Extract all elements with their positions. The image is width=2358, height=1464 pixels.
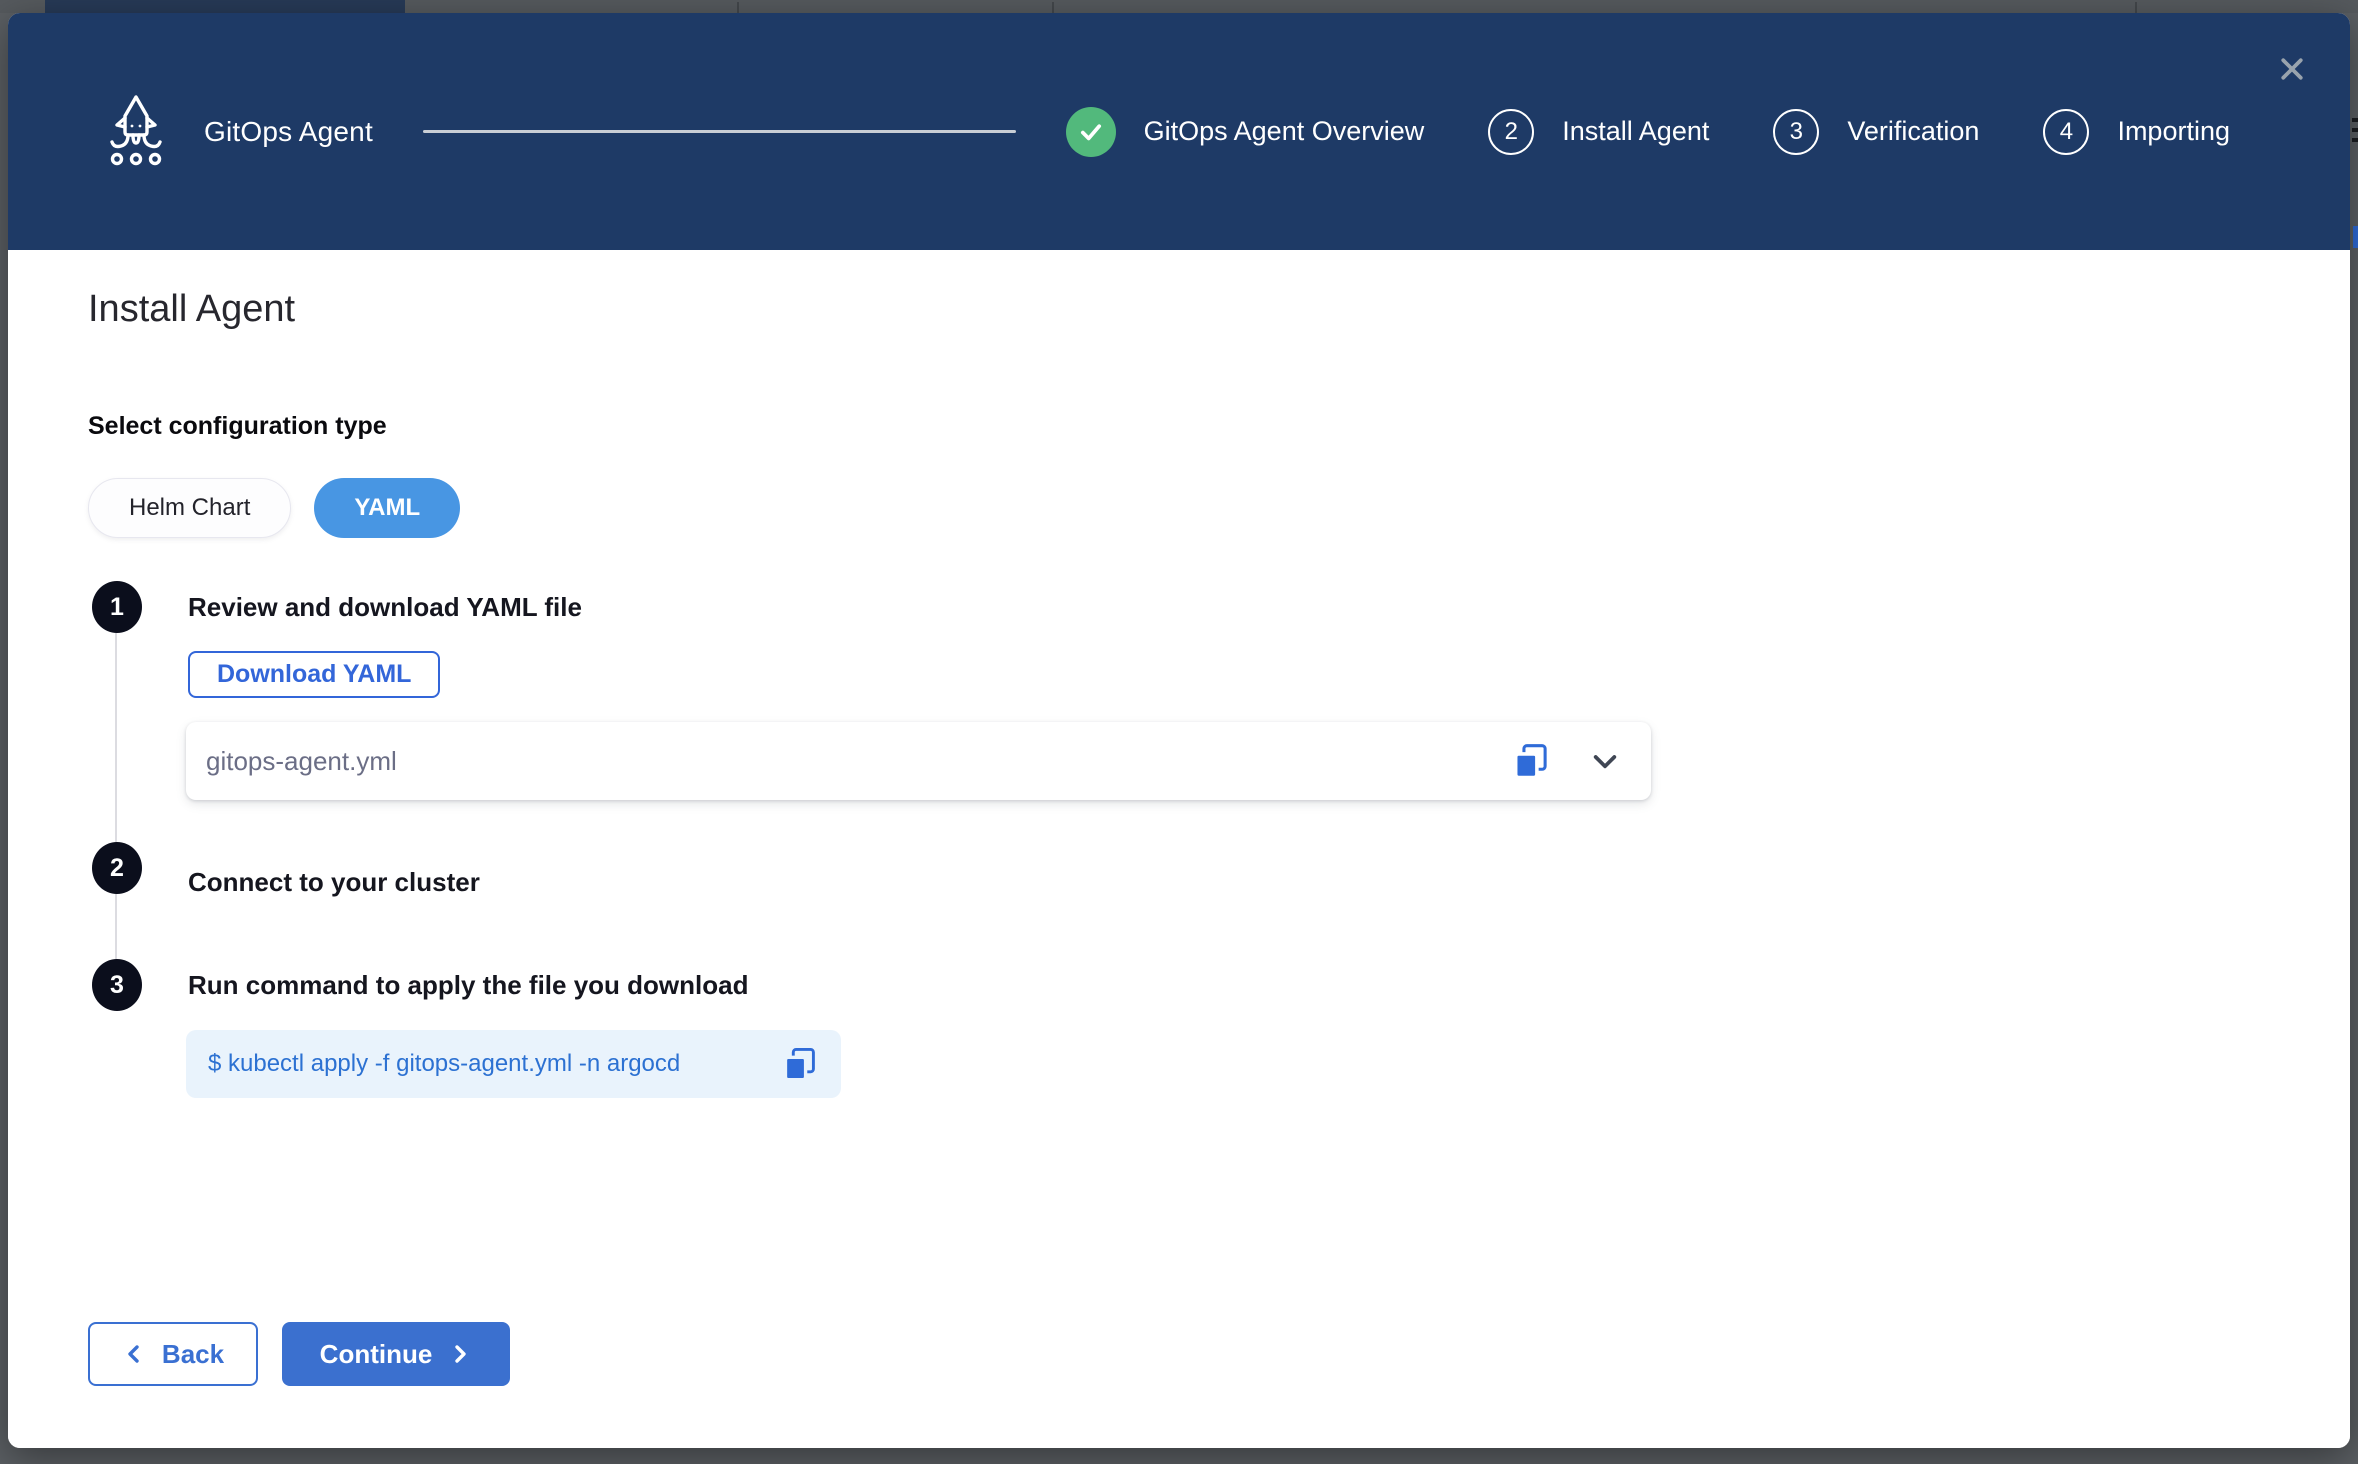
background-tab-separator (737, 2, 739, 13)
stepper-label: GitOps Agent Overview (1144, 116, 1425, 147)
wizard-stepper: GitOps Agent Overview 2 Install Agent 3 … (1066, 107, 2230, 157)
chevron-left-icon (122, 1342, 146, 1366)
header-divider (423, 130, 1016, 133)
background-browser-active-tab (45, 0, 405, 13)
chevron-down-icon (1589, 745, 1621, 777)
step-connector-line (115, 632, 117, 962)
step-number-badge: 3 (1773, 109, 1819, 155)
step-3-badge: 3 (92, 959, 142, 1011)
helm-chart-option[interactable]: Helm Chart (88, 478, 291, 538)
background-page-fragment (2352, 138, 2358, 142)
kubectl-command-box: $ kubectl apply -f gitops-agent.yml -n a… (186, 1030, 841, 1098)
step-2-title: Connect to your cluster (188, 867, 480, 898)
page-title: Install Agent (88, 288, 295, 331)
stepper-label: Importing (2117, 116, 2230, 147)
stepper-label: Verification (1847, 116, 1979, 147)
wizard-title: GitOps Agent (204, 116, 373, 148)
background-page-fragment (2352, 118, 2358, 122)
wizard-body: Install Agent Select configuration type … (8, 250, 2350, 1448)
background-page-fragment (2353, 226, 2358, 248)
background-browser-tab-strip (0, 0, 2358, 13)
continue-button-label: Continue (320, 1339, 433, 1370)
background-tab-separator (2135, 2, 2137, 13)
background-page-fragment (2352, 128, 2358, 132)
step-number-badge: 2 (1488, 109, 1534, 155)
yaml-option[interactable]: YAML (314, 478, 460, 538)
wizard-footer: Back Continue (88, 1322, 510, 1386)
copy-icon (781, 1045, 819, 1083)
gitops-agent-wizard-modal: GitOps Agent GitOps Agent Overview 2 Ins… (8, 13, 2350, 1448)
expand-yaml-button[interactable] (1589, 745, 1621, 777)
config-type-toggle: Helm Chart YAML (88, 478, 460, 538)
gitops-agent-squid-icon (104, 94, 168, 170)
chevron-right-icon (448, 1342, 472, 1366)
copy-yaml-button[interactable] (1511, 741, 1551, 781)
step-2-badge: 2 (92, 842, 142, 894)
step-number-badge: 4 (2043, 109, 2089, 155)
copy-command-button[interactable] (781, 1045, 819, 1083)
stepper-label: Install Agent (1562, 116, 1709, 147)
back-button[interactable]: Back (88, 1322, 258, 1386)
stepper-item-importing[interactable]: 4 Importing (2043, 109, 2230, 155)
yaml-file-name: gitops-agent.yml (206, 746, 1511, 777)
download-yaml-button[interactable]: Download YAML (188, 651, 440, 698)
step-3-title: Run command to apply the file you downlo… (188, 970, 748, 1001)
stepper-item-install-agent[interactable]: 2 Install Agent (1488, 109, 1709, 155)
copy-icon (1511, 741, 1551, 781)
background-tab-separator (1052, 2, 1054, 13)
back-button-label: Back (162, 1339, 224, 1370)
check-icon (1066, 107, 1116, 157)
stepper-item-overview[interactable]: GitOps Agent Overview (1066, 107, 1425, 157)
close-button[interactable] (2274, 51, 2310, 87)
stepper-item-verification[interactable]: 3 Verification (1773, 109, 1979, 155)
close-icon (2277, 54, 2307, 84)
wizard-header: GitOps Agent GitOps Agent Overview 2 Ins… (8, 13, 2350, 250)
step-1-badge: 1 (92, 581, 142, 633)
continue-button[interactable]: Continue (282, 1322, 510, 1386)
kubectl-command-text: $ kubectl apply -f gitops-agent.yml -n a… (208, 1050, 680, 1078)
step-1-title: Review and download YAML file (188, 592, 582, 623)
config-type-label: Select configuration type (88, 412, 387, 441)
yaml-file-row[interactable]: gitops-agent.yml (186, 722, 1651, 800)
